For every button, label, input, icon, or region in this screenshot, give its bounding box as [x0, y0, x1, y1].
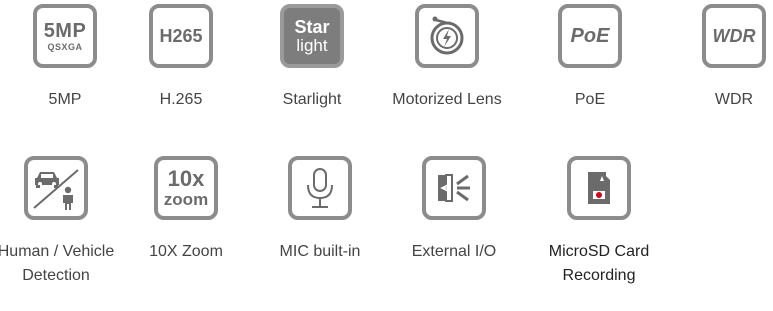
- mic-glyph: [307, 168, 333, 208]
- human-vehicle-detection-icon: [24, 156, 88, 220]
- feature-external-io: External I/O: [389, 156, 519, 264]
- microsd-glyph: [588, 172, 610, 204]
- motorized-lens-icon: [415, 4, 479, 68]
- icon-text: WDR: [712, 26, 756, 46]
- io-glyph: [438, 174, 470, 202]
- h265-icon: H265: [149, 4, 213, 68]
- feature-label: MicroSD Card Recording: [548, 243, 650, 284]
- icon-text: PoE: [570, 25, 610, 47]
- feature-label: 5MP: [48, 91, 82, 108]
- feature-microsd: MicroSD Card Recording: [534, 156, 664, 288]
- wdr-icon: WDR: [702, 4, 766, 68]
- feature-label: Human / Vehicle Detection: [0, 243, 115, 284]
- feature-starlight: Star light Starlight: [247, 4, 377, 112]
- feature-label: External I/O: [411, 243, 497, 260]
- icon-text: Star: [294, 17, 330, 37]
- feature-h265: H265 H.265: [116, 4, 246, 112]
- 5mp-qsxga-icon: 5MP QSXGA: [33, 4, 97, 68]
- microsd-card-icon: [567, 156, 631, 220]
- microphone-icon: [288, 156, 352, 220]
- icon-subtext: light: [296, 36, 328, 55]
- feature-label: MIC built-in: [279, 243, 361, 260]
- feature-label: 10X Zoom: [149, 243, 223, 260]
- poe-icon: PoE: [558, 4, 622, 68]
- feature-label: PoE: [574, 91, 606, 108]
- feature-10x-zoom: 10x zoom 10X Zoom: [121, 156, 251, 264]
- feature-poe: PoE PoE: [525, 4, 655, 112]
- feature-label: WDR: [714, 91, 754, 108]
- feature-motorized-lens: Motorized Lens: [382, 4, 512, 112]
- feature-mic: MIC built-in: [255, 156, 385, 264]
- feature-label: H.265: [159, 91, 203, 108]
- icon-subtext: QSXGA: [47, 41, 83, 52]
- icon-text: H265: [159, 26, 203, 46]
- feature-label: Starlight: [282, 91, 342, 108]
- feature-5mp: 5MP QSXGA 5MP: [0, 4, 130, 112]
- zoom-10x-icon: 10x zoom: [154, 156, 218, 220]
- feature-label: Motorized Lens: [392, 91, 502, 108]
- feature-wdr: WDR WDR: [669, 4, 773, 112]
- external-io-icon: [422, 156, 486, 220]
- lens-glyph: [430, 16, 464, 55]
- human-vehicle-glyph: [33, 169, 79, 210]
- icon-text: 10x: [167, 166, 205, 191]
- icon-subtext: zoom: [163, 190, 209, 209]
- icon-text: 5MP: [43, 19, 87, 42]
- starlight-icon: Star light: [280, 4, 344, 68]
- feature-human-vehicle: Human / Vehicle Detection: [0, 156, 132, 288]
